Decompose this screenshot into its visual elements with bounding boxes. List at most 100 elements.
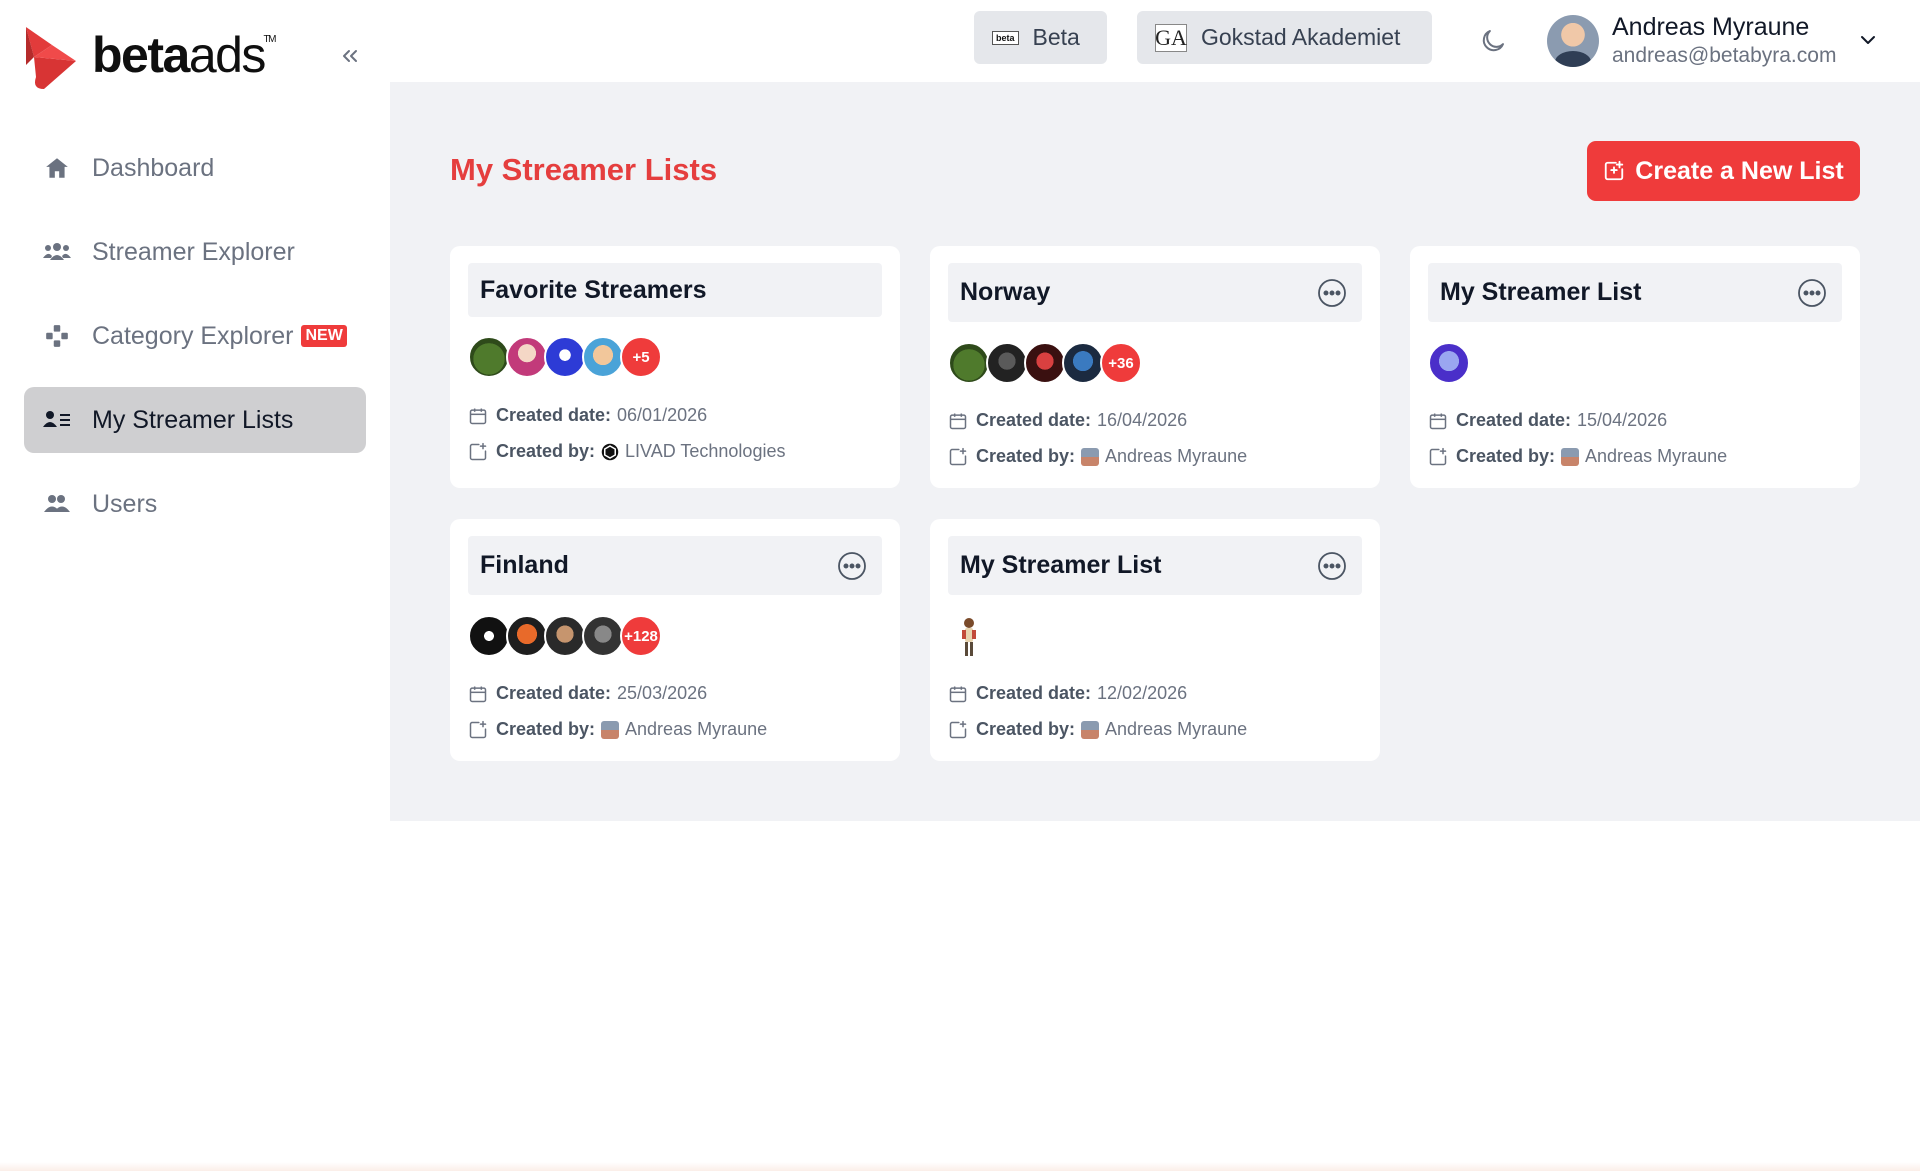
sidebar-item-category-explorer[interactable]: Category Explorer NEW — [24, 303, 366, 369]
sidebar-item-label: My Streamer Lists — [92, 405, 294, 434]
streamer-avatar — [1428, 342, 1470, 384]
created-by: Created by: Andreas Myraune — [948, 719, 1247, 740]
calendar-icon — [949, 686, 967, 702]
streamer-avatar — [544, 336, 586, 378]
streamer-avatars — [1428, 342, 1470, 384]
beta-org-logo: beta — [992, 30, 1019, 45]
org-switch-gokstad[interactable]: GA Gokstad Akademiet — [1137, 11, 1432, 64]
betaads-logo-icon — [26, 27, 76, 89]
calendar-icon — [949, 413, 967, 429]
org-label: Gokstad Akademiet — [1201, 24, 1401, 50]
sidebar-item-dashboard[interactable]: Dashboard — [24, 135, 366, 201]
card-title: Finland — [480, 551, 569, 579]
streamer-avatar — [986, 342, 1028, 384]
create-new-list-button[interactable]: Create a New List — [1587, 141, 1860, 201]
new-file-icon — [949, 720, 967, 738]
new-file-icon — [1429, 447, 1447, 465]
creator-avatar — [1081, 720, 1100, 739]
home-icon — [42, 153, 72, 183]
more-streamers-count: +36 — [1100, 342, 1142, 384]
user-menu[interactable]: Andreas Myraune andreas@betabyra.com — [1547, 12, 1836, 70]
creator-avatar — [1081, 447, 1100, 466]
more-streamers-count: +128 — [620, 615, 662, 657]
character-avatar-icon — [962, 618, 976, 656]
chevron-down-icon[interactable] — [1856, 28, 1880, 52]
sidebar-nav: Dashboard Streamer Explorer Category Exp… — [24, 135, 366, 555]
created-by: Created by: Andreas Myraune — [1428, 446, 1727, 467]
new-file-icon — [469, 720, 487, 738]
user-name: Andreas Myraune — [1612, 13, 1810, 41]
streamer-avatar — [468, 336, 510, 378]
more-options-icon[interactable] — [836, 550, 868, 582]
streamer-avatars: +5 — [468, 336, 662, 378]
new-file-icon — [949, 447, 967, 465]
created-date: Created date: 16/04/2026 — [948, 410, 1187, 431]
calendar-icon — [469, 408, 487, 424]
group-icon — [42, 489, 72, 519]
more-options-icon[interactable] — [1796, 277, 1828, 309]
org-switch-beta[interactable]: beta Beta — [974, 11, 1107, 64]
created-date: Created date: 25/03/2026 — [468, 683, 707, 704]
streamer-avatars: +36 — [948, 342, 1142, 384]
streamer-avatar — [1062, 342, 1104, 384]
list-card-my-streamer-list[interactable]: My Streamer List Created date: 15/04/2026… — [1410, 246, 1860, 488]
streamer-avatars — [948, 615, 990, 659]
double-chevron-left-icon — [343, 50, 357, 62]
user-list-icon — [42, 405, 72, 435]
brand-name: betaads TM — [92, 27, 276, 83]
streamer-avatars: +128 — [468, 615, 662, 657]
livad-logo-icon — [601, 443, 619, 460]
sidebar-item-label: Users — [92, 489, 158, 518]
collapse-sidebar-button[interactable] — [334, 40, 366, 72]
created-date: Created date: 06/01/2026 — [468, 405, 707, 426]
created-by: Created by: LIVAD Technologies — [468, 441, 785, 462]
creator-avatar — [601, 720, 620, 739]
card-header: My Streamer List — [1428, 263, 1842, 322]
card-title: My Streamer List — [1440, 278, 1642, 306]
streamer-avatar — [948, 342, 990, 384]
org-label: Beta — [1032, 24, 1080, 50]
new-list-icon — [1605, 160, 1624, 181]
list-card-norway[interactable]: Norway +36 Created date: 16/04/2026 Creat… — [930, 246, 1380, 488]
list-card-favorite-streamers[interactable]: Favorite Streamers +5 Created date: 06/01… — [450, 246, 900, 488]
page-title: My Streamer Lists — [450, 152, 718, 187]
streamer-avatar — [544, 615, 586, 657]
user-email: andreas@betabyra.com — [1612, 44, 1837, 67]
card-title: Favorite Streamers — [480, 275, 707, 304]
streamer-avatar — [468, 615, 510, 657]
more-options-icon[interactable] — [1316, 550, 1348, 582]
card-header: Favorite Streamers — [468, 263, 882, 317]
created-date: Created date: 15/04/2026 — [1428, 410, 1667, 431]
streamer-avatar — [582, 615, 624, 657]
topbar: beta Beta GA Gokstad Akademiet Andreas M… — [390, 0, 1920, 82]
create-new-list-label: Create a New List — [1635, 156, 1844, 185]
sidebar-item-label: Dashboard — [92, 153, 215, 182]
avatar — [1547, 15, 1599, 67]
sidebar-item-users[interactable]: Users — [24, 471, 366, 537]
new-badge: NEW — [301, 325, 347, 347]
more-streamers-count: +5 — [620, 336, 662, 378]
more-options-icon[interactable] — [1316, 277, 1348, 309]
card-title: Norway — [960, 278, 1051, 306]
calendar-icon — [1429, 413, 1447, 429]
sidebar-item-streamer-explorer[interactable]: Streamer Explorer — [24, 219, 366, 285]
brand-logo[interactable]: betaads TM — [22, 22, 276, 92]
sidebar-item-my-streamer-lists[interactable]: My Streamer Lists — [24, 387, 366, 453]
main-content: My Streamer Lists Create a New List Favo… — [390, 82, 1920, 821]
ga-org-logo: GA — [1155, 23, 1187, 52]
card-title: My Streamer List — [960, 551, 1162, 579]
created-by: Created by: Andreas Myraune — [468, 719, 767, 740]
list-card-my-streamer-list-2[interactable]: My Streamer List Created date: 12/02/2026… — [930, 519, 1380, 761]
creator-avatar — [1561, 447, 1580, 466]
calendar-icon — [469, 686, 487, 702]
created-by: Created by: Andreas Myraune — [948, 446, 1247, 467]
list-card-finland[interactable]: Finland +128 Created date: 25/03/2026 Cre… — [450, 519, 900, 761]
card-header: My Streamer List — [948, 536, 1362, 595]
new-file-icon — [469, 442, 487, 460]
card-header: Finland — [468, 536, 882, 595]
theme-toggle-button[interactable] — [1472, 20, 1514, 62]
sidebar-item-label: Streamer Explorer — [92, 237, 295, 266]
page-bottom-edge — [0, 1162, 1920, 1171]
sidebar-item-label: Category Explorer — [92, 321, 294, 350]
users-icon — [42, 237, 72, 267]
